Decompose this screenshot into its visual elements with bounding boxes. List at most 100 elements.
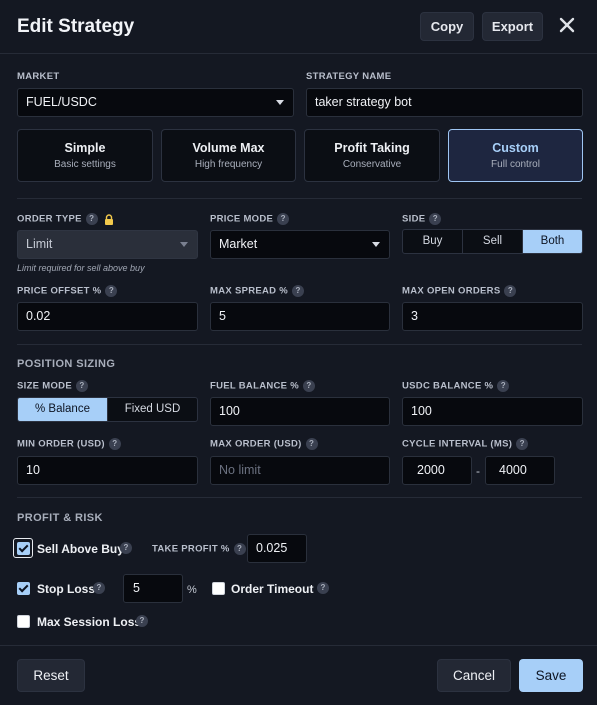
lock-icon <box>104 213 113 225</box>
help-icon[interactable]: ? <box>305 438 318 450</box>
side-buy-option[interactable]: Buy <box>403 230 462 253</box>
strategy-name-input[interactable]: taker strategy bot <box>306 88 583 117</box>
preset-subtitle: Basic settings <box>54 159 116 170</box>
price-mode-value: Market <box>219 237 258 251</box>
min-order-label: MIN ORDER (USD)? <box>17 438 121 450</box>
copy-button[interactable]: Copy <box>420 12 474 41</box>
sell-above-buy-label[interactable]: Sell Above Buy <box>37 542 124 556</box>
preset-custom[interactable]: Custom Full control <box>448 129 583 182</box>
preset-subtitle: High frequency <box>194 159 263 170</box>
order-type-hint: Limit required for sell above buy <box>17 263 145 273</box>
max-session-loss-checkbox[interactable] <box>17 615 30 628</box>
export-button[interactable]: Export <box>482 12 543 41</box>
help-icon[interactable]: ? <box>317 582 329 594</box>
stop-loss-input[interactable]: 5 <box>123 574 183 603</box>
help-icon[interactable]: ? <box>105 285 118 297</box>
chevron-down-icon <box>180 242 188 247</box>
order-timeout-checkbox[interactable] <box>212 582 225 595</box>
help-icon[interactable]: ? <box>429 213 442 225</box>
help-icon[interactable]: ? <box>516 438 529 450</box>
help-icon[interactable]: ? <box>93 582 105 594</box>
chevron-down-icon <box>372 242 380 247</box>
help-icon[interactable]: ? <box>292 285 305 297</box>
strategy-name-label: STRATEGY NAME <box>306 71 392 82</box>
preset-profit-taking[interactable]: Profit Taking Conservative <box>304 129 440 182</box>
max-order-placeholder: No limit <box>219 463 261 477</box>
help-icon[interactable]: ? <box>85 213 98 225</box>
max-spread-input[interactable]: 5 <box>210 302 390 331</box>
help-icon[interactable]: ? <box>497 380 510 392</box>
size-mode-fixed-option[interactable]: Fixed USD <box>107 398 197 421</box>
stop-loss-unit: % <box>187 584 197 596</box>
max-order-label: MAX ORDER (USD)? <box>210 438 318 450</box>
usdc-balance-input[interactable]: 100 <box>402 397 583 426</box>
help-icon[interactable]: ? <box>233 543 246 555</box>
profit-risk-title: PROFIT & RISK <box>17 512 103 524</box>
dialog-footer: Reset Cancel Save <box>0 645 597 705</box>
dialog-title: Edit Strategy <box>17 16 135 37</box>
help-icon[interactable]: ? <box>136 615 148 627</box>
take-profit-label: TAKE PROFIT %? <box>152 543 246 555</box>
market-label: MARKET <box>17 71 60 82</box>
sell-above-buy-checkbox[interactable] <box>17 542 30 555</box>
chevron-down-icon <box>276 100 284 105</box>
help-icon[interactable]: ? <box>277 213 290 225</box>
side-label: SIDE? <box>402 213 442 225</box>
order-timeout-label[interactable]: Order Timeout <box>231 582 313 596</box>
help-icon[interactable]: ? <box>303 380 315 392</box>
max-session-loss-label[interactable]: Max Session Loss <box>37 615 141 629</box>
take-profit-input[interactable]: 0.025 <box>247 534 307 563</box>
dialog-header: Edit Strategy Copy Export <box>0 0 597 54</box>
cycle-interval-separator: - <box>476 464 480 478</box>
max-order-input[interactable]: No limit <box>210 456 390 485</box>
edit-strategy-dialog: Edit Strategy Copy Export MARKET FUEL/US… <box>0 0 597 705</box>
fuel-balance-label: FUEL BALANCE %? <box>210 380 315 392</box>
help-icon[interactable]: ? <box>120 542 132 554</box>
cycle-interval-min-input[interactable]: 2000 <box>402 456 472 485</box>
fuel-balance-input[interactable]: 100 <box>210 397 390 426</box>
preset-title: Simple <box>64 141 106 155</box>
preset-title: Volume Max <box>192 141 265 155</box>
cycle-interval-label: CYCLE INTERVAL (MS)? <box>402 438 529 450</box>
price-offset-label: PRICE OFFSET %? <box>17 285 118 297</box>
size-mode-toggle: % Balance Fixed USD <box>17 397 198 422</box>
size-mode-label: SIZE MODE? <box>17 380 88 392</box>
price-offset-input[interactable]: 0.02 <box>17 302 198 331</box>
side-toggle: Buy Sell Both <box>402 229 583 254</box>
reset-button[interactable]: Reset <box>17 659 85 692</box>
price-mode-select[interactable]: Market <box>210 230 390 259</box>
preset-volume-max[interactable]: Volume Max High frequency <box>161 129 296 182</box>
stop-loss-label[interactable]: Stop Loss <box>37 582 95 596</box>
price-mode-label: PRICE MODE? <box>210 213 290 225</box>
market-select[interactable]: FUEL/USDC <box>17 88 294 117</box>
close-icon[interactable] <box>556 13 578 37</box>
market-value: FUEL/USDC <box>26 95 97 109</box>
max-open-orders-label: MAX OPEN ORDERS? <box>402 285 517 297</box>
max-open-orders-input[interactable]: 3 <box>402 302 583 331</box>
divider <box>17 198 582 199</box>
max-spread-label: MAX SPREAD %? <box>210 285 305 297</box>
preset-subtitle: Conservative <box>342 159 402 170</box>
position-sizing-title: POSITION SIZING <box>17 358 116 370</box>
preset-subtitle: Full control <box>491 159 540 170</box>
side-both-option[interactable]: Both <box>522 230 582 253</box>
help-icon[interactable]: ? <box>108 438 121 450</box>
usdc-balance-label: USDC BALANCE %? <box>402 380 510 392</box>
order-type-label: ORDER TYPE? <box>17 213 114 225</box>
order-type-value: Limit <box>26 237 53 251</box>
preset-title: Custom <box>492 141 539 155</box>
stop-loss-checkbox[interactable] <box>17 582 30 595</box>
cancel-button[interactable]: Cancel <box>437 659 511 692</box>
min-order-input[interactable]: 10 <box>17 456 198 485</box>
preset-title: Profit Taking <box>334 141 410 155</box>
cycle-interval-max-input[interactable]: 4000 <box>485 456 555 485</box>
size-mode-percent-option[interactable]: % Balance <box>18 398 107 421</box>
save-button[interactable]: Save <box>519 659 583 692</box>
divider <box>17 344 582 345</box>
side-sell-option[interactable]: Sell <box>462 230 522 253</box>
order-type-select[interactable]: Limit <box>17 230 198 259</box>
help-icon[interactable]: ? <box>504 285 517 297</box>
divider <box>17 497 582 498</box>
help-icon[interactable]: ? <box>75 380 88 392</box>
preset-simple[interactable]: Simple Basic settings <box>17 129 153 182</box>
